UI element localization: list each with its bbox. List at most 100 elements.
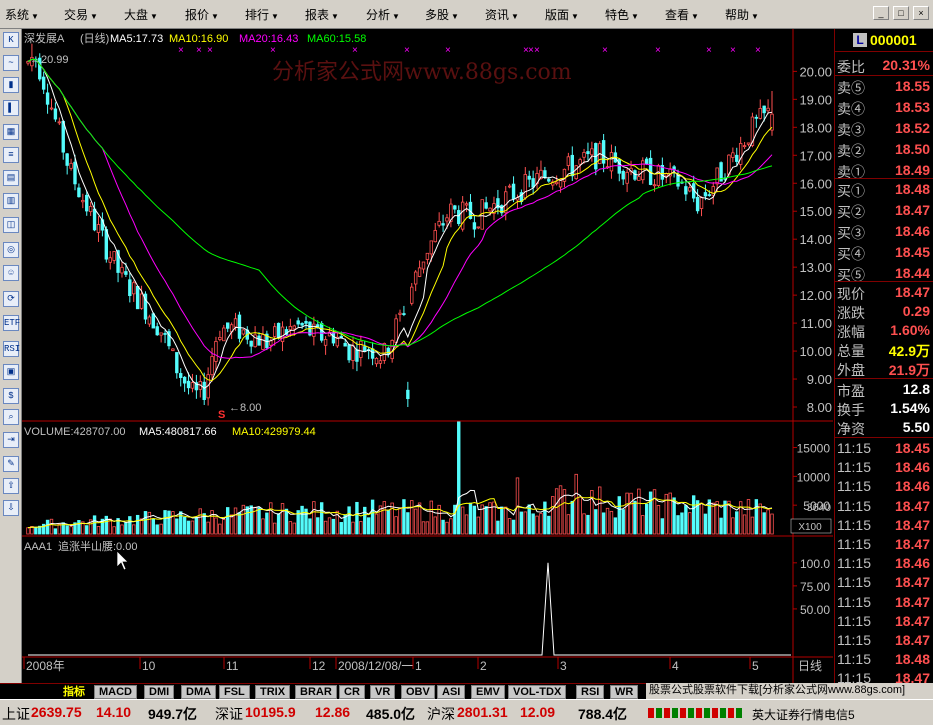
tab-asi[interactable]: ASI <box>437 685 466 699</box>
menu-3[interactable]: 报价 ▼ <box>185 6 219 23</box>
volume-bar <box>374 513 379 535</box>
tab-dmi[interactable]: DMI <box>144 685 175 699</box>
magnify-icon[interactable]: ⌕ <box>3 409 19 425</box>
tab-vr[interactable]: VR <box>370 685 396 699</box>
volume-bar <box>233 507 238 535</box>
menu-9[interactable]: 版面 ▼ <box>545 6 579 23</box>
ind-y-tick-label: 50.00 <box>800 603 830 617</box>
stat-row-value: 1.60% <box>890 322 930 338</box>
candle <box>574 165 578 180</box>
K-icon[interactable]: K <box>3 32 19 48</box>
chevron-down-icon: ▼ <box>571 12 579 21</box>
volume-bar <box>598 486 602 535</box>
maximize-button[interactable]: □ <box>893 6 909 20</box>
tab-obv[interactable]: OBV <box>401 685 435 699</box>
tab-vol-tdx[interactable]: VOL-TDX <box>508 685 567 699</box>
menu-10[interactable]: 特色 ▼ <box>605 6 639 23</box>
tab-brar[interactable]: BRAR <box>295 685 337 699</box>
volume-bar <box>104 515 109 535</box>
volume-bar <box>449 518 453 535</box>
volume-bar <box>143 511 148 535</box>
separator <box>835 51 933 52</box>
volume-bar <box>523 511 528 535</box>
volume-bar <box>413 508 418 535</box>
close-button[interactable]: × <box>913 6 929 20</box>
volume-bar <box>527 504 531 535</box>
person-icon[interactable]: ☺ <box>3 265 19 281</box>
menu-2[interactable]: 大盘 ▼ <box>124 6 158 23</box>
menu-label: 查看 <box>665 8 690 22</box>
tab-rsi[interactable]: RSI <box>576 685 605 699</box>
volume-bar <box>723 500 727 535</box>
volume-bar <box>410 500 414 535</box>
ad-text[interactable]: 股票公式股票软件下载[分析家公式网www.88gs.com] <box>646 683 933 699</box>
tab-指标[interactable]: 指标 <box>58 685 90 699</box>
menu-12[interactable]: 帮助 ▼ <box>725 6 759 23</box>
volume-bar <box>735 511 739 535</box>
pencil-icon[interactable]: ✎ <box>3 456 19 472</box>
vol-unit: X100 <box>798 522 822 533</box>
market-bar-segment <box>688 708 694 718</box>
refresh-icon[interactable]: ⟳ <box>3 291 19 307</box>
tick-row-label: 11:15 <box>837 459 871 476</box>
menu-0[interactable]: 系统 ▼ <box>5 6 39 23</box>
volume-bar <box>124 522 128 535</box>
menu-7[interactable]: 多股 ▼ <box>425 6 459 23</box>
candlestick-icon[interactable]: ▮ <box>3 77 19 93</box>
chevron-down-icon: ▼ <box>271 12 279 21</box>
menu-8[interactable]: 资讯 ▼ <box>485 6 519 23</box>
volume-bar <box>261 518 265 535</box>
hs-volume: 788.4亿 <box>578 706 628 722</box>
y-tick-label: 11.00 <box>800 316 832 331</box>
volume-bar <box>668 492 672 535</box>
menu-5[interactable]: 报表 ▼ <box>305 6 339 23</box>
market-bar-segment <box>712 708 718 718</box>
volume-bar <box>65 525 69 535</box>
tab-dma[interactable]: DMA <box>181 685 217 699</box>
volume-bar <box>464 514 469 535</box>
dollar-icon[interactable]: $ <box>3 388 19 404</box>
volume-bar <box>288 521 293 535</box>
arrow-down-icon[interactable]: ⇩ <box>3 500 19 516</box>
stat2-row: 换手 1.54% <box>835 399 933 418</box>
rsi-icon[interactable]: RSI <box>3 341 20 357</box>
arrow-up-icon[interactable]: ⇧ <box>3 478 19 494</box>
volume-bar <box>194 516 199 535</box>
menu-6[interactable]: 分析 ▼ <box>366 6 400 23</box>
minimize-button[interactable]: _ <box>873 6 889 20</box>
tick-row-label: 11:15 <box>837 574 871 591</box>
tab-macd[interactable]: MACD <box>94 685 137 699</box>
menu-label: 报价 <box>185 8 210 22</box>
table-icon[interactable]: ▦ <box>3 124 19 140</box>
menu-label: 帮助 <box>725 8 750 22</box>
tab-wr[interactable]: WR <box>610 685 639 699</box>
menu-1[interactable]: 交易 ▼ <box>64 6 98 23</box>
menu-4[interactable]: 排行 ▼ <box>245 6 279 23</box>
export-icon[interactable]: ⇥ <box>3 432 19 448</box>
volume-bar <box>394 516 398 535</box>
quote-icon[interactable]: ◫ <box>3 217 19 233</box>
etf-icon[interactable]: ETF <box>3 315 20 331</box>
volume-bar <box>504 506 508 535</box>
line-chart-icon[interactable]: ~ <box>3 55 19 71</box>
period-axis-label: 日线 <box>798 659 822 673</box>
multi-grid-icon[interactable]: ▥ <box>3 193 19 209</box>
kline-chart[interactable]: 分析家公式网www.88gs.com 20.0019.0018.0017.0016… <box>22 29 833 683</box>
list-icon[interactable]: ≡ <box>3 147 19 163</box>
calendar-icon[interactable]: ▣ <box>3 364 19 380</box>
separator <box>835 378 933 379</box>
grid-icon[interactable]: ▤ <box>3 170 19 186</box>
tab-cr[interactable]: CR <box>339 685 365 699</box>
tick-row: 11:15 18.45 <box>835 439 933 458</box>
tab-emv[interactable]: EMV <box>471 685 505 699</box>
globe-icon[interactable]: ◎ <box>3 242 19 258</box>
volume-bar <box>711 502 715 535</box>
tab-fsl[interactable]: FSL <box>219 685 250 699</box>
volume-bar <box>731 517 735 535</box>
bar-chart-icon[interactable]: ▌ <box>3 100 19 116</box>
tab-trix[interactable]: TRIX <box>255 685 291 699</box>
menu-11[interactable]: 查看 ▼ <box>665 6 699 23</box>
volume-bar <box>629 492 633 535</box>
stat-row-label: 涨跌 <box>837 305 865 321</box>
menu-label: 排行 <box>245 8 270 22</box>
